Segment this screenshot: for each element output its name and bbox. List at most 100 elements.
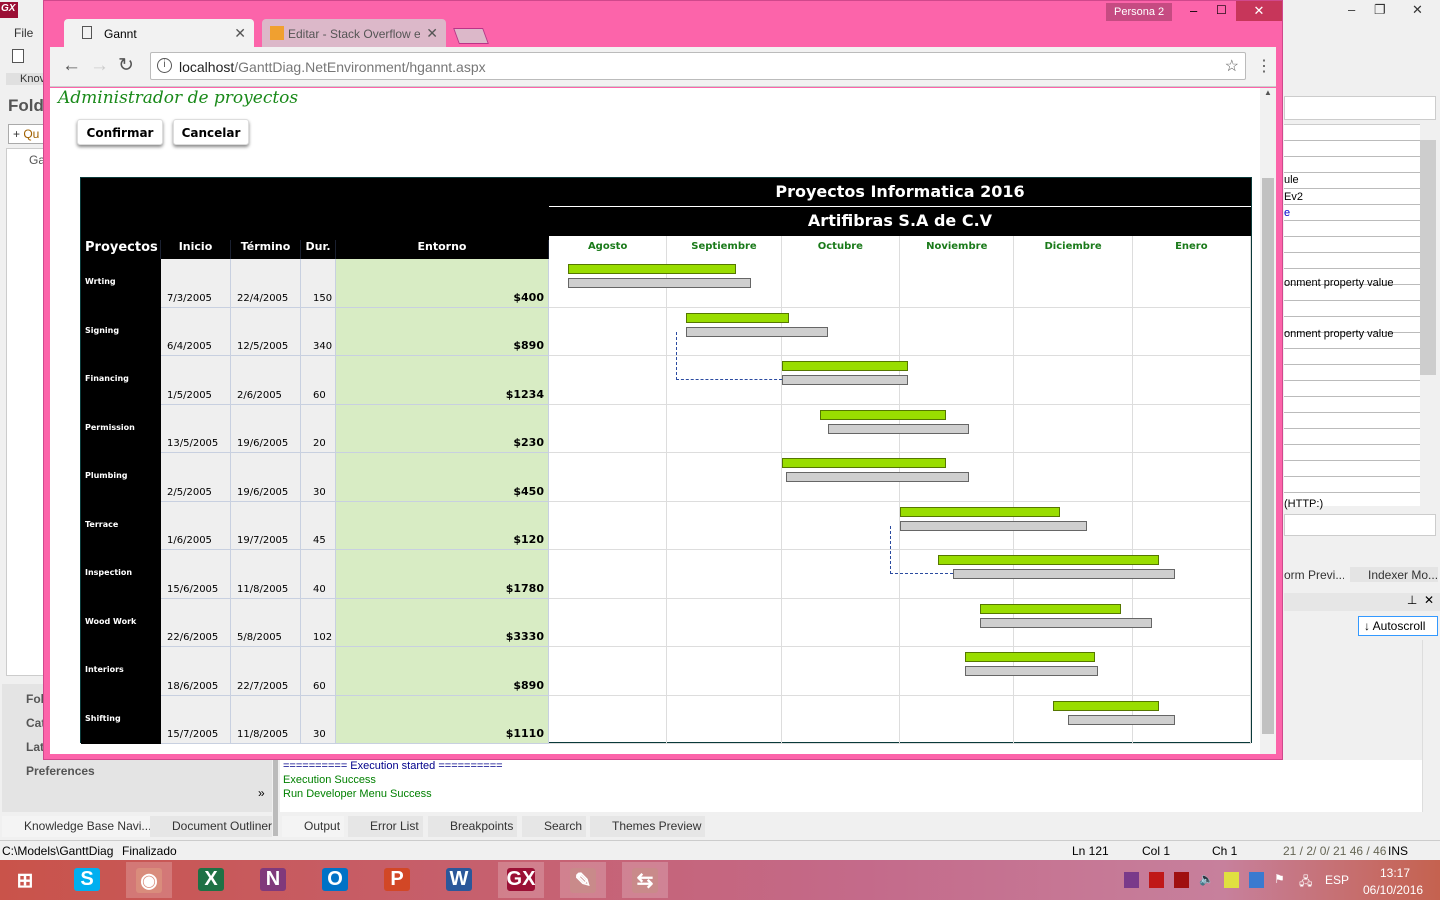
tab-close-icon[interactable]: ✕ bbox=[234, 25, 246, 42]
task-entorno: $1780 bbox=[336, 550, 549, 599]
new-object-icon[interactable] bbox=[12, 49, 24, 63]
chrome-icon[interactable]: ◉ bbox=[126, 862, 172, 898]
tab-search[interactable]: Search bbox=[522, 816, 587, 837]
planned-bar[interactable] bbox=[980, 603, 1122, 614]
start-icon[interactable]: ⊞ bbox=[2, 862, 48, 898]
reload-icon[interactable]: ↻ bbox=[118, 54, 134, 77]
tray-language[interactable]: ESP bbox=[1325, 873, 1349, 887]
ide-logo: GX bbox=[0, 2, 18, 18]
nav-item-latest[interactable]: Lat bbox=[26, 740, 44, 754]
scroll-thumb[interactable] bbox=[1262, 178, 1274, 734]
outlook-icon[interactable]: O bbox=[312, 862, 358, 898]
new-tab-button[interactable] bbox=[453, 28, 489, 44]
planned-bar[interactable] bbox=[938, 555, 1160, 565]
page-title: Administrador de proyectos bbox=[58, 88, 299, 108]
properties-scrollbar[interactable] bbox=[1420, 124, 1436, 506]
folder-tree[interactable]: Ga bbox=[6, 148, 45, 676]
actual-bar[interactable] bbox=[568, 278, 752, 288]
word-icon[interactable]: W bbox=[436, 862, 482, 898]
notepad-icon[interactable]: ✎ bbox=[560, 862, 606, 898]
actual-bar[interactable] bbox=[781, 375, 908, 385]
forward-icon[interactable]: → bbox=[90, 55, 109, 77]
minimize-icon[interactable]: – bbox=[1348, 2, 1355, 17]
window-minimize-icon[interactable]: – bbox=[1190, 3, 1197, 18]
tab-title: Editar - Stack Overflow e bbox=[288, 27, 420, 41]
tab-breakpoints[interactable]: Breakpoints bbox=[428, 816, 518, 837]
clock-app-icon[interactable] bbox=[1224, 872, 1239, 888]
tray-icons: 🔈 ⚑ 🖧 bbox=[1124, 872, 1314, 888]
excel-icon[interactable]: X bbox=[188, 862, 234, 898]
close-icon[interactable]: ✕ bbox=[1412, 2, 1423, 18]
tab-output[interactable]: Output bbox=[282, 816, 345, 837]
actual-bar[interactable] bbox=[1067, 714, 1175, 725]
powerpoint-icon[interactable]: P bbox=[374, 862, 420, 898]
browser-toolbar: ← → ↻ i localhost/GanttDiag.NetEnvironme… bbox=[50, 47, 1276, 87]
cancel-button[interactable]: Cancelar bbox=[173, 119, 249, 145]
property-value: Ev2 bbox=[1284, 191, 1303, 203]
actual-bar[interactable] bbox=[964, 666, 1099, 676]
teamviewer-icon[interactable]: ⇆ bbox=[622, 862, 668, 898]
overflow-chevron-icon[interactable]: » bbox=[258, 786, 265, 800]
window-close-button[interactable]: ✕ bbox=[1236, 1, 1282, 21]
network-icon[interactable]: 🖧 bbox=[1299, 872, 1314, 888]
tab-document-outliner[interactable]: Document Outliner bbox=[150, 816, 272, 837]
pdf-recorder-icon[interactable] bbox=[1149, 872, 1164, 888]
tab-close-icon[interactable]: ✕ bbox=[426, 25, 438, 42]
genexus-icon[interactable]: GX bbox=[498, 862, 544, 898]
planned-bar[interactable] bbox=[781, 361, 908, 371]
planned-bar[interactable] bbox=[1052, 700, 1160, 711]
window-maximize-icon[interactable]: ☐ bbox=[1216, 3, 1227, 17]
menu-icon[interactable]: ⋮ bbox=[1256, 56, 1272, 76]
exchange-icon[interactable] bbox=[1249, 872, 1264, 888]
planned-bar[interactable] bbox=[964, 652, 1095, 662]
task-termino: 22/7/2005 bbox=[231, 647, 301, 696]
address-bar[interactable]: i localhost/GanttDiag.NetEnvironment/hga… bbox=[150, 52, 1246, 80]
tray-date[interactable]: 06/10/2016 bbox=[1363, 883, 1423, 897]
tab-kb-navigator[interactable]: Knowledge Base Navi... bbox=[2, 816, 156, 837]
output-toolbar: ⊥ ✕ bbox=[1284, 593, 1440, 611]
tab-gannt[interactable]: Gannt ✕ bbox=[64, 19, 254, 47]
autoscroll-button[interactable]: ↓ Autoscroll bbox=[1358, 616, 1438, 636]
planned-bar[interactable] bbox=[686, 312, 790, 323]
tray-time[interactable]: 13:17 bbox=[1380, 866, 1410, 880]
tab-form-preview[interactable]: orm Previ... bbox=[1284, 567, 1344, 582]
planned-bar[interactable] bbox=[819, 409, 946, 420]
stackoverflow-icon bbox=[270, 26, 284, 40]
bookmark-star-icon[interactable]: ☆ bbox=[1225, 56, 1239, 76]
confirm-button[interactable]: Confirmar bbox=[77, 119, 163, 145]
profile-badge[interactable]: Persona 2 bbox=[1106, 3, 1173, 21]
quick-add-button[interactable]: + Qu bbox=[8, 124, 44, 144]
flag-icon[interactable]: ⚑ bbox=[1274, 872, 1289, 888]
onenote-clip-icon[interactable] bbox=[1124, 872, 1139, 888]
actual-bar[interactable] bbox=[785, 472, 969, 482]
task-name: Shifting bbox=[81, 695, 161, 744]
page-scrollbar[interactable]: ▲ bbox=[1260, 88, 1276, 754]
output-scrollbar[interactable] bbox=[1422, 640, 1438, 812]
splitter[interactable] bbox=[273, 760, 278, 836]
pin-icon[interactable]: ⊥ bbox=[1407, 593, 1417, 607]
tab-themes-preview[interactable]: Themes Preview bbox=[590, 816, 706, 837]
back-icon[interactable]: ← bbox=[62, 55, 81, 77]
restore-icon[interactable]: ❐ bbox=[1374, 2, 1386, 18]
nav-item-folders[interactable]: Fol bbox=[26, 692, 44, 706]
properties-grid[interactable]: ule Ev2 e onment property value onment p… bbox=[1284, 124, 1420, 510]
acrobat-icon[interactable] bbox=[1174, 872, 1189, 888]
actual-bar[interactable] bbox=[953, 569, 1175, 579]
planned-bar[interactable] bbox=[900, 506, 1061, 517]
planned-bar[interactable] bbox=[781, 458, 946, 468]
planned-bar[interactable] bbox=[568, 264, 736, 274]
close-panel-icon[interactable]: ✕ bbox=[1424, 593, 1434, 607]
volume-icon[interactable]: 🔈 bbox=[1199, 872, 1214, 888]
nav-item-preferences[interactable]: Preferences bbox=[26, 764, 95, 778]
menu-file[interactable]: File bbox=[14, 26, 33, 40]
kb-tab[interactable]: Knov bbox=[6, 73, 44, 85]
actual-bar[interactable] bbox=[827, 423, 969, 434]
tab-indexer-monitor[interactable]: Indexer Mo... bbox=[1350, 567, 1438, 582]
task-dur: 340 bbox=[301, 307, 336, 356]
skype-icon[interactable]: S bbox=[64, 862, 110, 898]
tab-error-list[interactable]: Error List bbox=[348, 816, 423, 837]
scroll-up-icon[interactable]: ▲ bbox=[1260, 88, 1276, 97]
actual-bar[interactable] bbox=[980, 617, 1152, 628]
tab-stackoverflow[interactable]: Editar - Stack Overflow e ✕ bbox=[262, 19, 446, 47]
onenote-icon[interactable]: N bbox=[250, 862, 296, 898]
